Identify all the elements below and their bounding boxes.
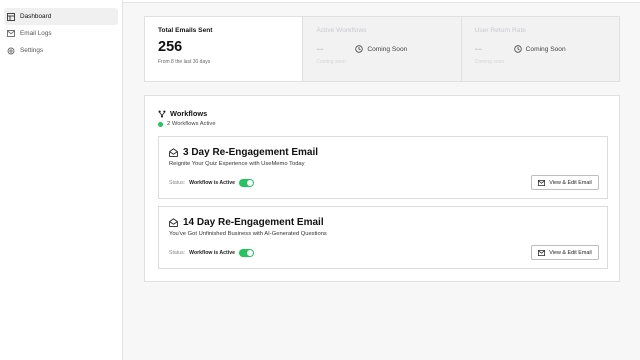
view-edit-email-button[interactable]: View & Edit Email bbox=[531, 175, 599, 190]
mail-icon bbox=[538, 249, 546, 256]
active-dot-icon bbox=[158, 121, 163, 127]
sidebar-item-label: Settings bbox=[20, 47, 44, 54]
clock-icon bbox=[513, 45, 522, 53]
sidebar-item-dashboard[interactable]: Dashboard bbox=[4, 8, 118, 25]
workflow-status: Status: Workflow is Active bbox=[169, 179, 254, 187]
workflows-active-status: 2 Workflows Active bbox=[158, 121, 216, 127]
sidebar-item-label: Dashboard bbox=[20, 13, 52, 20]
stat-user-return-rate: User Return Rate -- Coming soon Coming S… bbox=[461, 17, 619, 81]
mail-icon bbox=[6, 29, 15, 38]
stat-subtitle: Coming soon bbox=[316, 59, 346, 65]
workflow-status: Status: Workflow is Active bbox=[169, 249, 254, 257]
workflow-card-subtitle: You've Got Unfinished Business with AI-G… bbox=[169, 231, 327, 237]
workflows-header: Workflows 2 Workflows Active bbox=[158, 109, 216, 127]
workflow-active-toggle[interactable] bbox=[239, 179, 254, 187]
status-value: Workflow is Active bbox=[189, 250, 235, 256]
dashboard-icon bbox=[6, 12, 15, 21]
sidebar-item-settings[interactable]: Settings bbox=[4, 42, 118, 59]
sidebar: Dashboard Email Logs Settings bbox=[0, 0, 123, 360]
view-edit-email-label: View & Edit Email bbox=[549, 249, 592, 256]
coming-soon-badge: Coming Soon bbox=[355, 45, 407, 53]
workflow-card: 14 Day Re-Engagement Email You've Got Un… bbox=[158, 206, 608, 269]
workflow-card-title-text: 3 Day Re-Engagement Email bbox=[183, 147, 319, 158]
stats-panel: Total Emails Sent 256 From 8 the last 30… bbox=[144, 16, 620, 82]
coming-soon-badge: Coming Soon bbox=[513, 45, 566, 53]
mail-icon bbox=[538, 179, 546, 186]
clock-icon bbox=[355, 45, 364, 53]
view-edit-email-label: View & Edit Email bbox=[549, 179, 592, 186]
status-label: Status: bbox=[169, 250, 186, 256]
stat-value: 256 bbox=[158, 39, 183, 55]
workflows-panel: Workflows 2 Workflows Active 3 Day Re-En… bbox=[144, 95, 620, 282]
stat-total-emails: Total Emails Sent 256 From 8 the last 30… bbox=[145, 17, 304, 81]
workflow-card-title: 14 Day Re-Engagement Email bbox=[169, 217, 324, 228]
stat-subtitle: From 8 the last 30 days bbox=[158, 59, 211, 65]
workflow-card-title-text: 14 Day Re-Engagement Email bbox=[183, 217, 324, 228]
coming-soon-label: Coming Soon bbox=[525, 45, 566, 53]
top-bar bbox=[123, 0, 640, 3]
workflows-title: Workflows bbox=[158, 109, 216, 118]
workflow-card: 3 Day Re-Engagement Email Reignite Your … bbox=[158, 136, 608, 199]
workflows-active-count: 2 Workflows Active bbox=[167, 121, 216, 127]
sidebar-item-email-logs[interactable]: Email Logs bbox=[4, 25, 118, 42]
status-value: Workflow is Active bbox=[189, 180, 235, 186]
stat-title: Active Workflows bbox=[316, 27, 367, 34]
sidebar-item-label: Email Logs bbox=[20, 30, 52, 37]
status-label: Status: bbox=[169, 180, 186, 186]
gear-icon bbox=[6, 46, 15, 55]
coming-soon-label: Coming Soon bbox=[367, 45, 408, 53]
stat-subtitle: Coming soon bbox=[474, 59, 505, 65]
workflows-title-text: Workflows bbox=[170, 109, 208, 118]
workflow-active-toggle[interactable] bbox=[239, 249, 254, 257]
workflow-icon bbox=[158, 110, 166, 118]
view-edit-email-button[interactable]: View & Edit Email bbox=[531, 245, 599, 260]
stat-active-workflows: Active Workflows -- Coming soon Coming S… bbox=[303, 17, 462, 81]
workflow-card-title: 3 Day Re-Engagement Email bbox=[169, 147, 318, 158]
envelope-open-icon bbox=[169, 148, 178, 157]
stat-title: User Return Rate bbox=[474, 27, 526, 34]
envelope-open-icon bbox=[169, 218, 178, 227]
stat-title: Total Emails Sent bbox=[158, 27, 213, 34]
workflow-card-subtitle: Reignite Your Quiz Experience with UseMe… bbox=[169, 161, 305, 167]
